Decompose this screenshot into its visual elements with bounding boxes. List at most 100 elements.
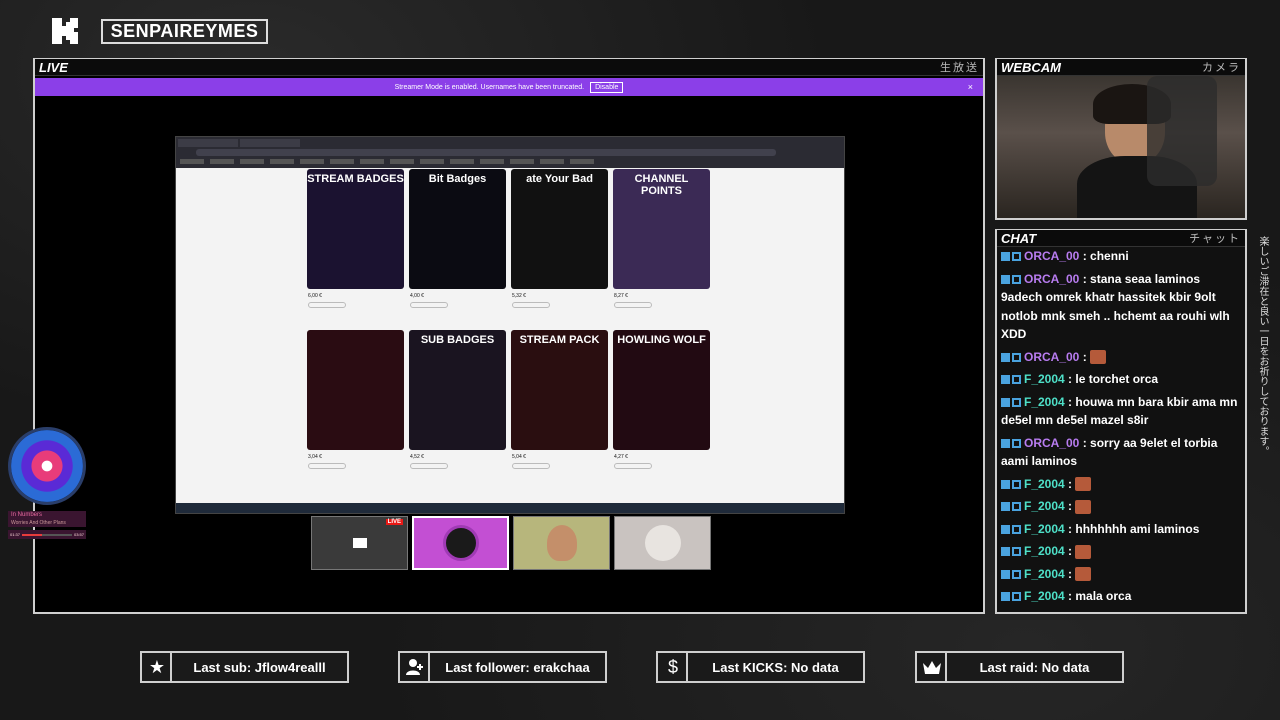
chat-username[interactable]: F_2004 [1024,395,1065,409]
product-thumb-title: HOWLING WOLF [617,334,706,346]
add-to-cart-button[interactable] [614,302,652,308]
windows-taskbar [176,503,844,513]
product-meta: 5,32 € [511,289,608,330]
chat-text: : le torchet orca [1064,372,1159,386]
address-bar[interactable] [196,149,776,156]
chat-message: F_2004 : [1001,542,1241,561]
product-card[interactable]: CHANNEL POINTS 8,27 € [613,169,710,330]
kick-badge-icon [1001,375,1010,385]
product-meta: 4,00 € [409,289,506,330]
product-price: 3,04 € [308,454,322,460]
participant-tile-camera[interactable] [513,516,610,570]
kick-logo-icon [52,18,78,44]
browser-tab[interactable] [178,139,238,147]
chat-text: : mala orca [1064,589,1132,603]
browser-toolbar [176,137,844,168]
webcam-panel: WEBCAM カメラ [995,58,1247,220]
side-vertical-text: 楽しいご滞在と良い一日をお祈りしております。 [1257,236,1268,456]
chat-username[interactable]: ORCA_00 [1024,436,1079,450]
product-thumbnail[interactable]: STREAM PACK [511,330,608,450]
product-thumbnail[interactable]: CHANNEL POINTS [613,169,710,289]
chat-username[interactable]: F_2004 [1024,544,1065,558]
screen-icon [352,538,367,548]
participant-tile-screen[interactable]: LIVE [311,516,408,570]
chat-username[interactable]: F_2004 [1024,372,1065,386]
participants-strip: LIVE [311,516,711,570]
chat-message: ORCA_00 : [1001,348,1241,367]
chat-username[interactable]: F_2004 [1024,499,1065,513]
close-banner-icon[interactable]: × [968,82,973,92]
kick-badge-icon [1001,524,1010,534]
product-card[interactable]: HOWLING WOLF 4,27 € [613,330,710,491]
emote-icon [1075,567,1092,582]
track-progress: 01:37 03:57 [8,530,86,539]
chat-username[interactable]: ORCA_00 [1024,249,1079,263]
chat-text: : chenni [1079,249,1129,263]
streamer-mode-message: Streamer Mode is enabled. Usernames have… [394,83,585,91]
chat-text: : [1064,566,1076,581]
product-thumbnail[interactable]: STREAM BADGES [307,169,404,289]
chat-username[interactable]: F_2004 [1024,567,1065,581]
add-to-cart-button[interactable] [308,302,346,308]
webcam-feed [997,76,1245,218]
kick-badge-icon [1001,479,1010,489]
product-card[interactable]: 3,04 € [307,330,404,491]
product-card[interactable]: STREAM BADGES 6,00 € [307,169,404,330]
product-card[interactable]: ate Your Bad 5,32 € [511,169,608,330]
chat-username[interactable]: F_2004 [1024,589,1065,603]
add-user-icon [402,653,430,681]
streamer-mode-banner: Streamer Mode is enabled. Usernames have… [35,78,983,96]
live-panel: LIVE 生放送 Streamer Mode is enabled. Usern… [33,58,985,614]
participant-tile-cat[interactable] [614,516,711,570]
last-raid-box: Last raid: No data [915,651,1124,683]
participant-tile-avatar[interactable] [412,516,509,570]
add-to-cart-button[interactable] [308,463,346,469]
chat-message: F_2004 : houwa mn bara kbir ama mn de5el… [1001,393,1241,430]
product-thumbnail[interactable]: SUB BADGES [409,330,506,450]
product-card[interactable]: SUB BADGES 4,52 € [409,330,506,491]
add-to-cart-button[interactable] [614,463,652,469]
chat-username[interactable]: ORCA_00 [1024,350,1079,364]
last-kicks-box: $ Last KICKS: No data [656,651,865,683]
shared-screen: STREAM BADGES 6,00 € Bit Badges 4,00 € ate Y… [175,136,845,514]
product-card[interactable]: STREAM PACK 5,04 € [511,330,608,491]
add-to-cart-button[interactable] [512,302,550,308]
sub-badge-icon [1012,569,1021,579]
product-meta: 6,00 € [307,289,404,330]
product-thumbnail[interactable]: ate Your Bad [511,169,608,289]
product-price: 8,27 € [614,293,628,299]
chat-username[interactable]: F_2004 [1024,522,1065,536]
live-tag: LIVE [385,519,403,525]
chat-text: : [1079,349,1091,364]
product-thumbnail[interactable] [307,330,404,450]
product-thumbnail[interactable]: Bit Badges [409,169,506,289]
kick-badge-icon [1001,252,1010,262]
product-price: 4,27 € [614,454,628,460]
product-thumbnail[interactable]: HOWLING WOLF [613,330,710,450]
disable-button[interactable]: Disable [590,81,624,93]
sub-badge-icon [1012,592,1021,602]
add-to-cart-button[interactable] [512,463,550,469]
add-to-cart-button[interactable] [410,463,448,469]
chat-username[interactable]: ORCA_00 [1024,272,1079,286]
progress-fill [22,533,42,536]
chat-message: ORCA_00 : chenni [1001,247,1241,266]
sub-badge-icon [1012,274,1021,284]
star-icon: ★ [144,653,172,681]
browser-tab[interactable] [240,139,300,147]
chat-username[interactable]: F_2004 [1024,477,1065,491]
sub-badge-icon [1012,547,1021,557]
chat-message: F_2004 : [1001,565,1241,584]
kick-badge-icon [1001,569,1010,579]
add-to-cart-button[interactable] [410,302,448,308]
product-card[interactable]: Bit Badges 4,00 € [409,169,506,330]
chat-message: F_2004 : mala orca [1001,587,1241,606]
product-meta: 4,27 € [613,450,710,491]
avatar [546,525,577,561]
sub-badge-icon [1012,438,1021,448]
sub-badge-icon [1012,352,1021,362]
progress-bar [22,533,72,536]
chat-messages: ORCA_00 : chenni ORCA_00 : stana seaa lam… [1001,247,1241,608]
emote-icon [1090,350,1107,365]
sub-badge-icon [1012,502,1021,512]
